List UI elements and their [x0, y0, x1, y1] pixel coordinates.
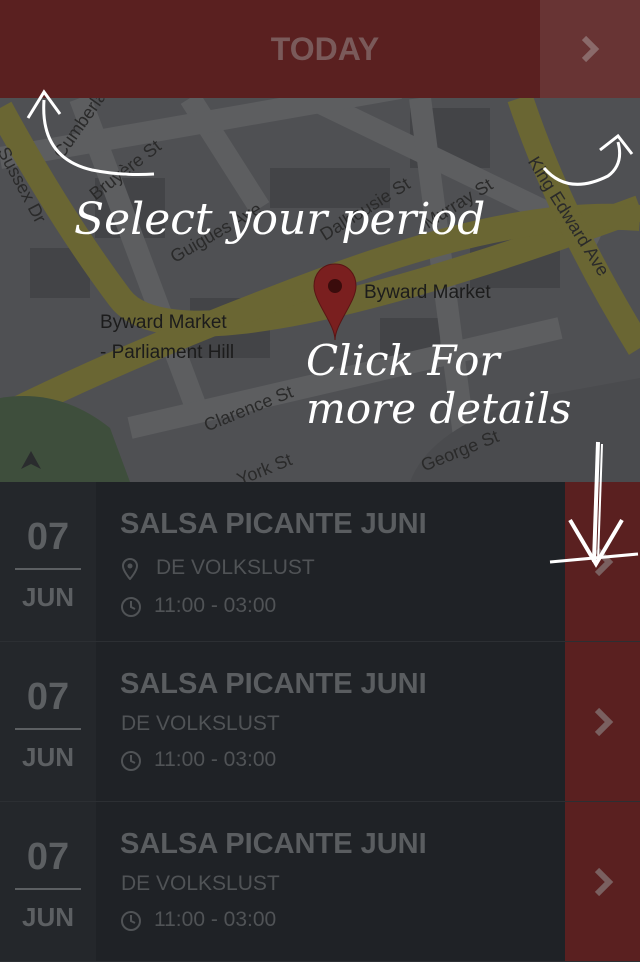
event-date: 07 JUN	[0, 642, 96, 801]
event-time: 11:00 - 03:00	[154, 594, 277, 617]
event-details-button[interactable]	[565, 642, 640, 801]
event-time: 11:00 - 03:00	[154, 748, 277, 771]
event-title: SALSA PICANTE JUNI	[120, 668, 427, 700]
curved-arrow-right-icon	[542, 133, 634, 186]
event-month: JUN	[21, 742, 74, 772]
event-title: SALSA PICANTE JUNI	[120, 828, 427, 860]
chevron-right-icon	[581, 35, 600, 63]
date-divider	[15, 888, 81, 890]
clock-icon	[121, 751, 141, 771]
location-pin-icon	[122, 558, 138, 580]
event-title: SALSA PICANTE JUNI	[120, 508, 427, 540]
clock-icon	[121, 911, 141, 931]
date-divider	[15, 728, 81, 730]
place-label: Byward Market - Parliament Hill	[100, 312, 235, 363]
select-period-hint: Select your period	[74, 194, 486, 245]
event-month: JUN	[21, 582, 74, 612]
arrow-down-icon	[549, 441, 639, 568]
click-details-hint-line2: more details	[306, 384, 572, 433]
click-details-hint-line1: Click For	[306, 336, 500, 385]
map-pin-icon[interactable]	[312, 262, 358, 342]
event-list: 07 JUN SALSA PICANTE JUNI DE VOLKSLUST 1…	[0, 482, 640, 962]
event-date: 07 JUN	[0, 482, 96, 641]
event-time: 11:00 - 03:00	[154, 908, 277, 931]
event-venue: DE VOLKSLUST	[121, 872, 280, 895]
event-venue: DE VOLKSLUST	[121, 712, 280, 735]
next-period-button[interactable]	[540, 0, 640, 98]
clock-icon	[121, 597, 141, 617]
event-details-button[interactable]	[565, 802, 640, 961]
event-row[interactable]: 07 JUN SALSA PICANTE JUNI DE VOLKSLUST 1…	[0, 482, 640, 642]
event-day: 07	[26, 836, 70, 878]
curved-arrow-left-icon	[26, 89, 155, 176]
event-day: 07	[26, 516, 70, 558]
event-month: JUN	[21, 902, 74, 932]
chevron-right-icon	[594, 867, 613, 896]
event-row[interactable]: 07 JUN SALSA PICANTE JUNI DE VOLKSLUST 1…	[0, 802, 640, 962]
event-row[interactable]: 07 JUN SALSA PICANTE JUNI DE VOLKSLUST 1…	[0, 642, 640, 802]
event-date: 07 JUN	[0, 802, 96, 961]
event-day: 07	[26, 676, 70, 718]
north-arrow-icon	[21, 451, 41, 469]
place-label: Byward Market	[364, 282, 491, 303]
chevron-right-icon	[594, 707, 613, 736]
date-divider	[15, 568, 81, 570]
event-venue: DE VOLKSLUST	[156, 556, 315, 579]
